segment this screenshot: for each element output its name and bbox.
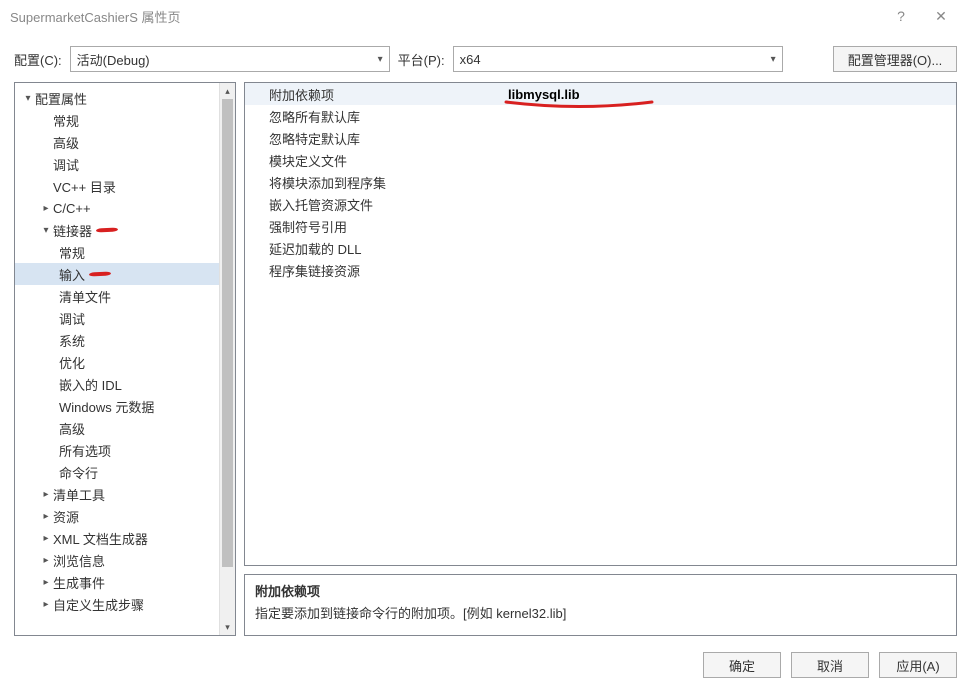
- config-value: 活动(Debug): [77, 50, 150, 69]
- expand-icon[interactable]: ▸: [39, 599, 53, 610]
- tree-item-general[interactable]: 常规: [15, 109, 235, 131]
- config-toolbar: 配置(C): 活动(Debug) ▾ 平台(P): x64 ▾ 配置管理器(O)…: [0, 32, 971, 82]
- config-label: 配置(C):: [14, 50, 62, 69]
- scroll-track[interactable]: [220, 99, 235, 619]
- tree-panel: ▾ 配置属性 常规 高级 调试 VC++ 目录 ▸C/C++ ▾链接器 常规 输…: [14, 82, 236, 636]
- tree-scrollbar[interactable]: ▴ ▾: [219, 83, 235, 635]
- grid-row[interactable]: 嵌入托管资源文件: [245, 193, 956, 215]
- window-title: SupermarketCashierS 属性页: [10, 7, 881, 26]
- tree-item-linker-input[interactable]: 输入: [15, 263, 235, 285]
- tree-item-manifest-tool[interactable]: ▸清单工具: [15, 483, 235, 505]
- grid-row[interactable]: 模块定义文件: [245, 149, 956, 171]
- expand-icon[interactable]: ▸: [39, 203, 53, 214]
- description-title: 附加依赖项: [255, 581, 946, 600]
- platform-label: 平台(P):: [398, 50, 445, 69]
- grid-row-additional-deps[interactable]: 附加依赖项 libmysql.lib: [245, 83, 956, 105]
- tree-item-vcdir[interactable]: VC++ 目录: [15, 175, 235, 197]
- grid-row[interactable]: 延迟加载的 DLL: [245, 237, 956, 259]
- config-combo[interactable]: 活动(Debug) ▾: [70, 46, 390, 72]
- collapse-icon[interactable]: ▾: [21, 93, 35, 104]
- description-panel: 附加依赖项 指定要添加到链接命令行的附加项。[例如 kernel32.lib]: [244, 574, 957, 636]
- tree-item-xmldoc[interactable]: ▸XML 文档生成器: [15, 527, 235, 549]
- tree-item-linker-manifest[interactable]: 清单文件: [15, 285, 235, 307]
- annotation-mark: [504, 99, 654, 107]
- expand-icon[interactable]: ▸: [39, 577, 53, 588]
- description-text: 指定要添加到链接命令行的附加项。[例如 kernel32.lib]: [255, 603, 946, 622]
- tree-item-linker-all[interactable]: 所有选项: [15, 439, 235, 461]
- tree-content: ▾ 配置属性 常规 高级 调试 VC++ 目录 ▸C/C++ ▾链接器 常规 输…: [15, 83, 235, 635]
- annotation-mark: [89, 270, 111, 278]
- tree-root[interactable]: ▾ 配置属性: [15, 87, 235, 109]
- collapse-icon[interactable]: ▾: [39, 225, 53, 236]
- tree-item-debug[interactable]: 调试: [15, 153, 235, 175]
- grid-row[interactable]: 强制符号引用: [245, 215, 956, 237]
- expand-icon[interactable]: ▸: [39, 533, 53, 544]
- annotation-mark: [96, 226, 118, 234]
- tree-item-linker-opt[interactable]: 优化: [15, 351, 235, 373]
- tree-item-linker-general[interactable]: 常规: [15, 241, 235, 263]
- platform-combo[interactable]: x64 ▾: [453, 46, 783, 72]
- apply-button[interactable]: 应用(A): [879, 652, 957, 678]
- close-button[interactable]: ✕: [921, 0, 961, 32]
- tree-item-browseinfo[interactable]: ▸浏览信息: [15, 549, 235, 571]
- config-manager-button[interactable]: 配置管理器(O)...: [833, 46, 957, 72]
- ok-button[interactable]: 确定: [703, 652, 781, 678]
- grid-row[interactable]: 将模块添加到程序集: [245, 171, 956, 193]
- tree-item-resources[interactable]: ▸资源: [15, 505, 235, 527]
- tree-item-linker-adv[interactable]: 高级: [15, 417, 235, 439]
- tree-item-advanced[interactable]: 高级: [15, 131, 235, 153]
- grid-label: 附加依赖项: [245, 85, 500, 104]
- grid-row[interactable]: 程序集链接资源: [245, 259, 956, 281]
- chevron-down-icon: ▾: [378, 54, 383, 65]
- expand-icon[interactable]: ▸: [39, 555, 53, 566]
- tree-item-linker-winmd[interactable]: Windows 元数据: [15, 395, 235, 417]
- expand-icon[interactable]: ▸: [39, 489, 53, 500]
- main-area: ▾ 配置属性 常规 高级 调试 VC++ 目录 ▸C/C++ ▾链接器 常规 输…: [0, 82, 971, 644]
- tree-item-cpp[interactable]: ▸C/C++: [15, 197, 235, 219]
- tree-item-linker-debug[interactable]: 调试: [15, 307, 235, 329]
- tree-item-linker-idl[interactable]: 嵌入的 IDL: [15, 373, 235, 395]
- right-panel: 附加依赖项 libmysql.lib 忽略所有默认库 忽略特定默认库 模块定义文…: [244, 82, 957, 636]
- property-grid: 附加依赖项 libmysql.lib 忽略所有默认库 忽略特定默认库 模块定义文…: [244, 82, 957, 566]
- help-button[interactable]: ?: [881, 0, 921, 32]
- tree-item-linker-cmd[interactable]: 命令行: [15, 461, 235, 483]
- tree-item-custombuild[interactable]: ▸自定义生成步骤: [15, 593, 235, 615]
- scroll-thumb[interactable]: [222, 99, 233, 567]
- scroll-up-icon[interactable]: ▴: [220, 83, 235, 99]
- grid-value[interactable]: libmysql.lib: [500, 87, 956, 102]
- dialog-buttons: 确定 取消 应用(A): [0, 644, 971, 690]
- platform-value: x64: [460, 52, 481, 67]
- grid-row[interactable]: 忽略特定默认库: [245, 127, 956, 149]
- tree-item-buildevents[interactable]: ▸生成事件: [15, 571, 235, 593]
- expand-icon[interactable]: ▸: [39, 511, 53, 522]
- tree-item-linker[interactable]: ▾链接器: [15, 219, 235, 241]
- tree-item-linker-system[interactable]: 系统: [15, 329, 235, 351]
- chevron-down-icon: ▾: [771, 54, 776, 65]
- cancel-button[interactable]: 取消: [791, 652, 869, 678]
- titlebar: SupermarketCashierS 属性页 ? ✕: [0, 0, 971, 32]
- scroll-down-icon[interactable]: ▾: [220, 619, 235, 635]
